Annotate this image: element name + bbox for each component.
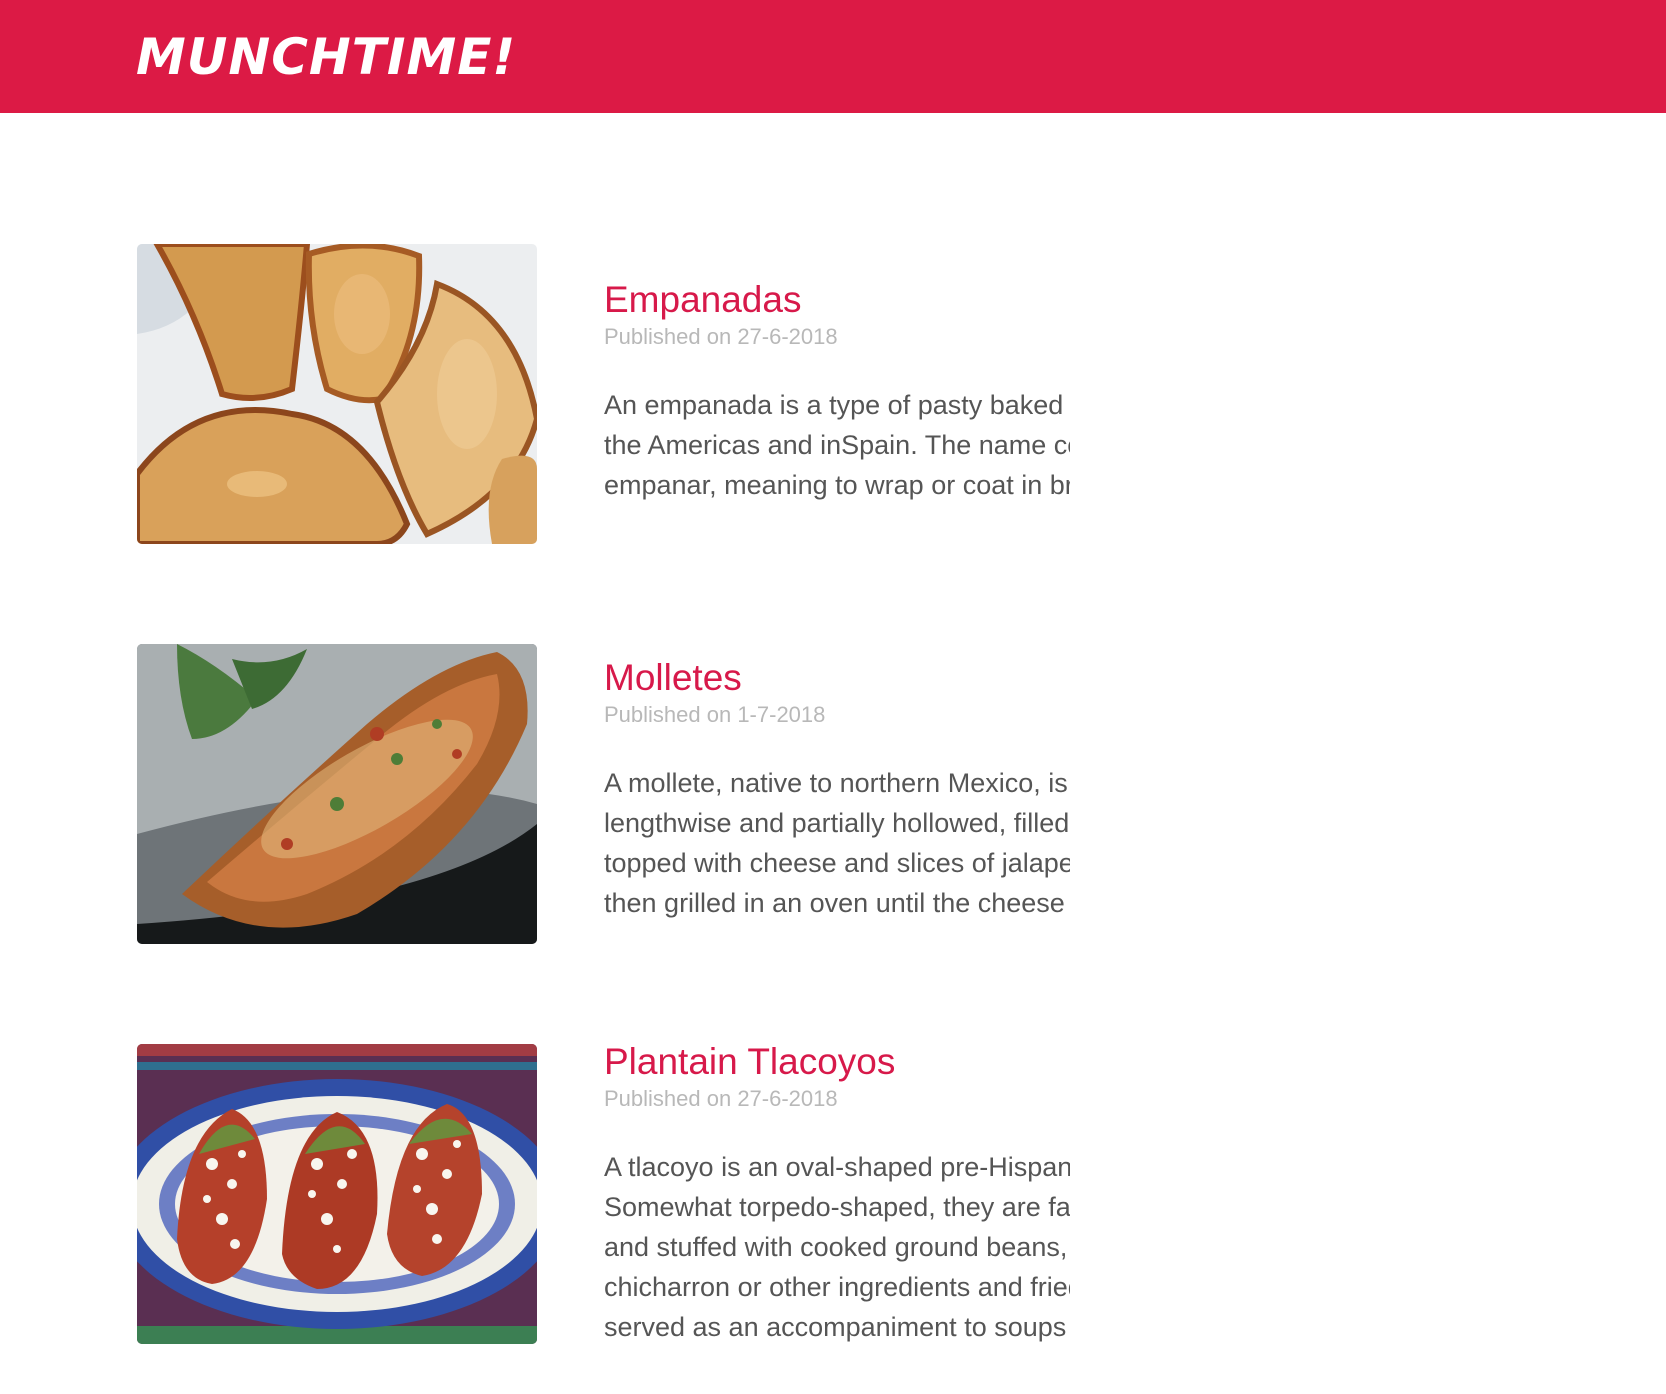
recipe-image-plantain-tlacoyos[interactable] <box>137 1044 537 1344</box>
excerpt-line: A mollete, native to northern Mexico, is… <box>604 768 1070 798</box>
excerpt-line: lengthwise and partially hollowed, fille… <box>604 808 1070 838</box>
publish-date: Published on 1-7-2018 <box>604 702 826 727</box>
recipe-excerpt: A mollete, native to northern Mexico, is… <box>604 763 1070 923</box>
recipe-excerpt: An empanada is a type of pasty baked or … <box>604 385 1070 505</box>
recipe-excerpt: A tlacoyo is an oval-shaped pre-Hispanic… <box>604 1147 1070 1347</box>
recipe-list: Empanadas Published on 27-6-2018 An empa… <box>0 0 1666 1394</box>
excerpt-line: chicharron or other ingredients and frie… <box>604 1272 1070 1302</box>
excerpt-line: Somewhat torpedo-shaped, they are fatter… <box>604 1192 1070 1222</box>
excerpt-line: the Americas and inSpain. The name comes… <box>604 430 1070 460</box>
publish-date: Published on 27-6-2018 <box>604 1086 838 1111</box>
recipe-content: Plantain Tlacoyos Published on 27-6-2018… <box>604 1041 1070 1347</box>
excerpt-line: An empanada is a type of pasty baked or … <box>604 390 1070 420</box>
excerpt-line: then grilled in an oven until the cheese… <box>604 888 1070 918</box>
recipe-title-link[interactable]: Plantain Tlacoyos <box>604 1040 895 1084</box>
recipe-card-molletes: Molletes Published on 1-7-2018 A mollete… <box>137 644 1537 944</box>
empanadas-photo-icon <box>137 244 537 544</box>
recipe-title-link[interactable]: Molletes <box>604 656 742 700</box>
recipe-content: Molletes Published on 1-7-2018 A mollete… <box>604 644 1070 944</box>
tlacoyos-photo-icon <box>137 1044 537 1344</box>
recipe-content: Empanadas Published on 27-6-2018 An empa… <box>604 244 1070 544</box>
recipe-title-link[interactable]: Empanadas <box>604 278 801 322</box>
excerpt-line: empanar, meaning to wrap or coat in brea… <box>604 470 1070 500</box>
recipe-image-molletes[interactable] <box>137 644 537 944</box>
publish-date: Published on 27-6-2018 <box>604 324 838 349</box>
excerpt-line: and stuffed with cooked ground beans, ch… <box>604 1232 1070 1262</box>
molletes-photo-icon <box>137 644 537 944</box>
excerpt-line: topped with cheese and slices of jalapeñ… <box>604 848 1070 878</box>
recipe-image-empanadas[interactable] <box>137 244 537 544</box>
excerpt-line: A tlacoyo is an oval-shaped pre-Hispanic… <box>604 1152 1070 1182</box>
excerpt-line: served as an accompaniment to soups a... <box>604 1312 1070 1342</box>
recipe-card-empanadas: Empanadas Published on 27-6-2018 An empa… <box>137 244 1537 544</box>
recipe-card-plantain-tlacoyos: Plantain Tlacoyos Published on 27-6-2018… <box>137 1041 1537 1347</box>
